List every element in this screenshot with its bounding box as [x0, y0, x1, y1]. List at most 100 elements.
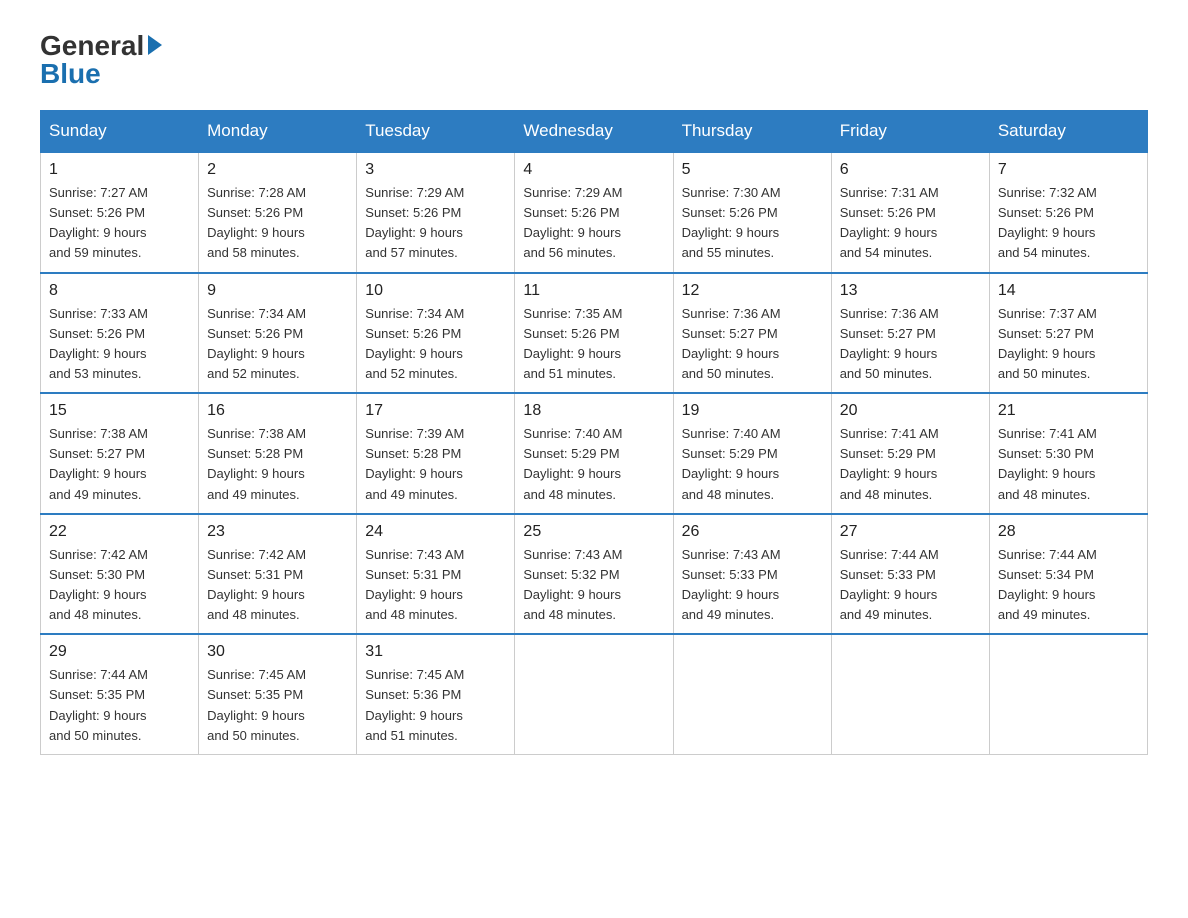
- calendar-cell: [673, 634, 831, 754]
- calendar-cell: [989, 634, 1147, 754]
- day-info: Sunrise: 7:36 AMSunset: 5:27 PMDaylight:…: [682, 304, 823, 385]
- day-number: 31: [365, 643, 506, 661]
- day-number: 29: [49, 643, 190, 661]
- day-info: Sunrise: 7:34 AMSunset: 5:26 PMDaylight:…: [207, 304, 348, 385]
- weekday-header-friday: Friday: [831, 111, 989, 153]
- calendar-cell: 24 Sunrise: 7:43 AMSunset: 5:31 PMDayligh…: [357, 514, 515, 635]
- day-info: Sunrise: 7:28 AMSunset: 5:26 PMDaylight:…: [207, 183, 348, 264]
- calendar-cell: [515, 634, 673, 754]
- day-number: 17: [365, 402, 506, 420]
- day-number: 3: [365, 161, 506, 179]
- day-number: 24: [365, 523, 506, 541]
- calendar-cell: 9 Sunrise: 7:34 AMSunset: 5:26 PMDaylight…: [199, 273, 357, 394]
- day-number: 27: [840, 523, 981, 541]
- calendar-week-row: 1 Sunrise: 7:27 AMSunset: 5:26 PMDaylight…: [41, 152, 1148, 273]
- calendar-cell: 16 Sunrise: 7:38 AMSunset: 5:28 PMDayligh…: [199, 393, 357, 514]
- day-info: Sunrise: 7:44 AMSunset: 5:34 PMDaylight:…: [998, 545, 1139, 626]
- day-number: 11: [523, 282, 664, 300]
- day-number: 13: [840, 282, 981, 300]
- day-number: 4: [523, 161, 664, 179]
- day-info: Sunrise: 7:40 AMSunset: 5:29 PMDaylight:…: [682, 424, 823, 505]
- day-number: 7: [998, 161, 1139, 179]
- day-info: Sunrise: 7:45 AMSunset: 5:36 PMDaylight:…: [365, 665, 506, 746]
- calendar-cell: 4 Sunrise: 7:29 AMSunset: 5:26 PMDaylight…: [515, 152, 673, 273]
- day-info: Sunrise: 7:41 AMSunset: 5:30 PMDaylight:…: [998, 424, 1139, 505]
- calendar-cell: 17 Sunrise: 7:39 AMSunset: 5:28 PMDayligh…: [357, 393, 515, 514]
- day-number: 15: [49, 402, 190, 420]
- logo: General Blue: [40, 30, 162, 90]
- day-number: 6: [840, 161, 981, 179]
- day-number: 22: [49, 523, 190, 541]
- day-number: 23: [207, 523, 348, 541]
- day-number: 14: [998, 282, 1139, 300]
- day-info: Sunrise: 7:42 AMSunset: 5:30 PMDaylight:…: [49, 545, 190, 626]
- day-number: 1: [49, 161, 190, 179]
- day-info: Sunrise: 7:39 AMSunset: 5:28 PMDaylight:…: [365, 424, 506, 505]
- day-number: 16: [207, 402, 348, 420]
- calendar-cell: 23 Sunrise: 7:42 AMSunset: 5:31 PMDayligh…: [199, 514, 357, 635]
- logo-arrow-icon: [148, 35, 162, 55]
- weekday-header-sunday: Sunday: [41, 111, 199, 153]
- calendar-cell: 30 Sunrise: 7:45 AMSunset: 5:35 PMDayligh…: [199, 634, 357, 754]
- calendar-cell: 21 Sunrise: 7:41 AMSunset: 5:30 PMDayligh…: [989, 393, 1147, 514]
- calendar-cell: 12 Sunrise: 7:36 AMSunset: 5:27 PMDayligh…: [673, 273, 831, 394]
- day-info: Sunrise: 7:37 AMSunset: 5:27 PMDaylight:…: [998, 304, 1139, 385]
- day-number: 21: [998, 402, 1139, 420]
- day-number: 2: [207, 161, 348, 179]
- weekday-header-saturday: Saturday: [989, 111, 1147, 153]
- weekday-header-thursday: Thursday: [673, 111, 831, 153]
- weekday-header-tuesday: Tuesday: [357, 111, 515, 153]
- weekday-header-row: SundayMondayTuesdayWednesdayThursdayFrid…: [41, 111, 1148, 153]
- calendar-cell: 20 Sunrise: 7:41 AMSunset: 5:29 PMDayligh…: [831, 393, 989, 514]
- day-number: 20: [840, 402, 981, 420]
- day-number: 12: [682, 282, 823, 300]
- day-info: Sunrise: 7:44 AMSunset: 5:33 PMDaylight:…: [840, 545, 981, 626]
- day-number: 18: [523, 402, 664, 420]
- calendar-cell: 26 Sunrise: 7:43 AMSunset: 5:33 PMDayligh…: [673, 514, 831, 635]
- day-info: Sunrise: 7:38 AMSunset: 5:28 PMDaylight:…: [207, 424, 348, 505]
- calendar-cell: 18 Sunrise: 7:40 AMSunset: 5:29 PMDayligh…: [515, 393, 673, 514]
- day-number: 9: [207, 282, 348, 300]
- day-info: Sunrise: 7:40 AMSunset: 5:29 PMDaylight:…: [523, 424, 664, 505]
- day-number: 19: [682, 402, 823, 420]
- calendar-cell: 15 Sunrise: 7:38 AMSunset: 5:27 PMDayligh…: [41, 393, 199, 514]
- calendar-cell: 6 Sunrise: 7:31 AMSunset: 5:26 PMDaylight…: [831, 152, 989, 273]
- day-info: Sunrise: 7:36 AMSunset: 5:27 PMDaylight:…: [840, 304, 981, 385]
- logo-blue-text: Blue: [40, 58, 101, 90]
- day-info: Sunrise: 7:32 AMSunset: 5:26 PMDaylight:…: [998, 183, 1139, 264]
- calendar-cell: 1 Sunrise: 7:27 AMSunset: 5:26 PMDaylight…: [41, 152, 199, 273]
- page-header: General Blue: [40, 30, 1148, 90]
- calendar-week-row: 22 Sunrise: 7:42 AMSunset: 5:30 PMDayligh…: [41, 514, 1148, 635]
- day-info: Sunrise: 7:27 AMSunset: 5:26 PMDaylight:…: [49, 183, 190, 264]
- day-info: Sunrise: 7:45 AMSunset: 5:35 PMDaylight:…: [207, 665, 348, 746]
- calendar-cell: [831, 634, 989, 754]
- day-info: Sunrise: 7:34 AMSunset: 5:26 PMDaylight:…: [365, 304, 506, 385]
- calendar-cell: 22 Sunrise: 7:42 AMSunset: 5:30 PMDayligh…: [41, 514, 199, 635]
- calendar-cell: 5 Sunrise: 7:30 AMSunset: 5:26 PMDaylight…: [673, 152, 831, 273]
- day-number: 26: [682, 523, 823, 541]
- day-number: 25: [523, 523, 664, 541]
- calendar-cell: 11Sunrise: 7:35 AMSunset: 5:26 PMDayligh…: [515, 273, 673, 394]
- day-info: Sunrise: 7:41 AMSunset: 5:29 PMDaylight:…: [840, 424, 981, 505]
- calendar-cell: 7 Sunrise: 7:32 AMSunset: 5:26 PMDaylight…: [989, 152, 1147, 273]
- day-info: Sunrise: 7:38 AMSunset: 5:27 PMDaylight:…: [49, 424, 190, 505]
- day-info: Sunrise: 7:42 AMSunset: 5:31 PMDaylight:…: [207, 545, 348, 626]
- calendar-cell: 31 Sunrise: 7:45 AMSunset: 5:36 PMDayligh…: [357, 634, 515, 754]
- calendar-cell: 27 Sunrise: 7:44 AMSunset: 5:33 PMDayligh…: [831, 514, 989, 635]
- calendar-cell: 29Sunrise: 7:44 AMSunset: 5:35 PMDayligh…: [41, 634, 199, 754]
- day-info: Sunrise: 7:43 AMSunset: 5:33 PMDaylight:…: [682, 545, 823, 626]
- day-info: Sunrise: 7:31 AMSunset: 5:26 PMDaylight:…: [840, 183, 981, 264]
- day-info: Sunrise: 7:43 AMSunset: 5:31 PMDaylight:…: [365, 545, 506, 626]
- calendar-cell: 2 Sunrise: 7:28 AMSunset: 5:26 PMDaylight…: [199, 152, 357, 273]
- day-info: Sunrise: 7:33 AMSunset: 5:26 PMDaylight:…: [49, 304, 190, 385]
- day-number: 30: [207, 643, 348, 661]
- day-number: 5: [682, 161, 823, 179]
- day-info: Sunrise: 7:29 AMSunset: 5:26 PMDaylight:…: [523, 183, 664, 264]
- calendar-cell: 13 Sunrise: 7:36 AMSunset: 5:27 PMDayligh…: [831, 273, 989, 394]
- calendar-cell: 19 Sunrise: 7:40 AMSunset: 5:29 PMDayligh…: [673, 393, 831, 514]
- calendar-table: SundayMondayTuesdayWednesdayThursdayFrid…: [40, 110, 1148, 755]
- day-number: 28: [998, 523, 1139, 541]
- day-number: 8: [49, 282, 190, 300]
- weekday-header-wednesday: Wednesday: [515, 111, 673, 153]
- day-info: Sunrise: 7:30 AMSunset: 5:26 PMDaylight:…: [682, 183, 823, 264]
